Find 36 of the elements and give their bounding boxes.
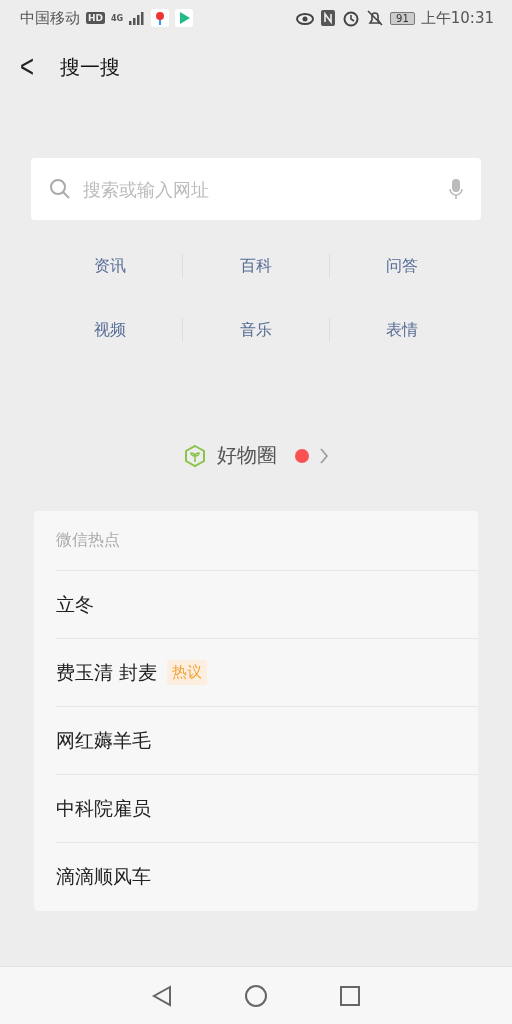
map-pin-icon xyxy=(151,9,170,27)
square-icon[interactable] xyxy=(338,983,362,1008)
nfc-icon xyxy=(320,9,337,27)
hot-topic-link[interactable]: 网红薅羊毛 xyxy=(56,727,151,754)
hot-topic-link[interactable]: 滴滴顺风车 xyxy=(56,864,151,890)
good-things-link[interactable]: 好物圈 xyxy=(217,442,277,469)
page-title: 搜一搜 xyxy=(60,53,120,81)
network-type: 4G xyxy=(111,13,124,23)
battery-level: 91 xyxy=(390,11,415,25)
category-link[interactable]: 音乐 xyxy=(182,318,329,342)
search-icon xyxy=(49,178,71,200)
category-link[interactable]: 问答 xyxy=(328,254,475,278)
category-link[interactable]: 资讯 xyxy=(37,254,183,278)
signal-icon xyxy=(129,11,146,25)
bell-off-icon xyxy=(366,9,385,27)
hd-badge: HD xyxy=(86,12,105,24)
alarm-icon xyxy=(342,9,361,27)
category-link[interactable]: 表情 xyxy=(328,318,475,342)
sprout-cube-icon xyxy=(183,443,207,468)
hot-topic-link[interactable]: 立冬 xyxy=(56,591,94,618)
play-icon xyxy=(175,9,194,27)
category-link[interactable]: 视频 xyxy=(37,318,183,342)
clock-time: 上午10:31 xyxy=(420,8,494,28)
search-input[interactable]: 搜索或输入网址 xyxy=(81,177,439,201)
eye-icon xyxy=(296,11,315,25)
category-link[interactable]: 百科 xyxy=(182,254,329,278)
search-field[interactable]: 搜索或输入网址 xyxy=(31,158,481,220)
hot-tag: 热议 xyxy=(167,660,208,685)
chevron-right-icon xyxy=(319,446,329,465)
hot-topic-link[interactable]: 费玉清 封麦 xyxy=(56,659,158,686)
back-triangle-icon[interactable] xyxy=(150,983,174,1008)
back-button[interactable]: < xyxy=(14,48,40,86)
card-title: 微信热点 xyxy=(56,530,120,551)
home-circle-icon[interactable] xyxy=(244,983,268,1008)
hot-topic-link[interactable]: 中科院雇员 xyxy=(56,795,151,822)
carrier-name: 中国移动 xyxy=(20,8,80,28)
